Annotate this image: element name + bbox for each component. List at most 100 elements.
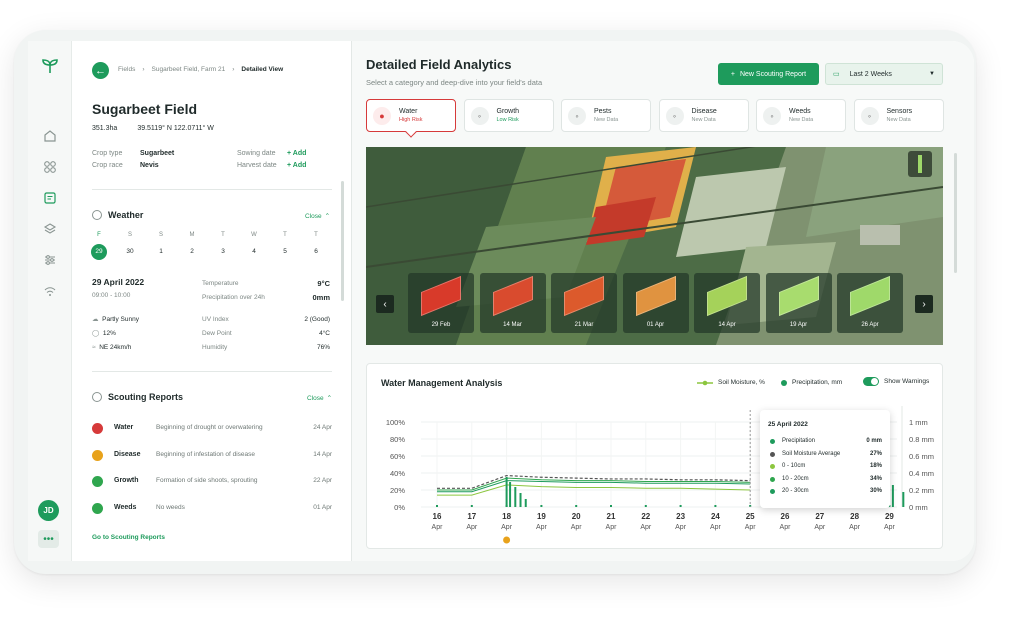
main-scrollbar[interactable] xyxy=(954,153,957,273)
selected-pointer xyxy=(405,126,417,138)
scouting-item-date: 01 Apr xyxy=(313,503,332,511)
scouting-item-date: 22 Apr xyxy=(313,477,332,484)
calendar-day[interactable]: 3 xyxy=(215,244,231,260)
home-icon[interactable] xyxy=(41,127,59,145)
date-range-select[interactable]: ▭ Last 2 Weeks ▼ xyxy=(825,63,943,85)
sensors-icon: ◦ xyxy=(860,106,879,125)
disease-icon: ◦ xyxy=(665,106,684,125)
scouting-close-button[interactable]: Close ⌃ xyxy=(307,394,332,403)
layers-icon[interactable] xyxy=(41,220,59,238)
timeline-thumbnail[interactable]: 21 Mar xyxy=(551,273,617,333)
thumbnail-date: 21 Mar xyxy=(574,322,594,328)
map-layer-toggle[interactable] xyxy=(908,151,932,177)
precip-bar xyxy=(519,493,522,507)
calendar-day[interactable]: 5 xyxy=(277,244,293,260)
notes-icon[interactable] xyxy=(41,189,59,207)
more-icon[interactable]: ••• xyxy=(38,530,59,548)
prev-arrow-icon[interactable]: ‹ xyxy=(376,295,394,313)
scouting-item[interactable]: Disease Beginning of infestation of disea… xyxy=(92,448,332,464)
scouting-item[interactable]: Water Beginning of drought or overwaterin… xyxy=(92,421,332,437)
y-tick-label: 20% xyxy=(390,486,405,495)
timeline-thumbnail[interactable]: 26 Apr xyxy=(837,273,903,333)
precip-point xyxy=(575,505,578,507)
category-weeds[interactable]: ◦ Weeds New Data xyxy=(756,99,846,132)
tooltip-swatch xyxy=(770,489,775,494)
weather-close-button[interactable]: Close ⌃ xyxy=(305,212,330,221)
add-harvest-date-button[interactable]: + Add xyxy=(287,162,306,169)
timeline-thumbnail[interactable]: 01 Apr xyxy=(622,273,689,333)
timeline-thumbnail[interactable]: 19 Apr xyxy=(765,273,832,333)
x-tick-label: 22 xyxy=(641,512,650,521)
calendar-day[interactable]: 2 xyxy=(184,244,200,260)
weather-condition: Partly Sunny xyxy=(102,316,139,323)
scrollbar[interactable] xyxy=(341,181,344,301)
x-tick-label: 23 xyxy=(676,512,685,521)
x-tick-sub: Apr xyxy=(536,524,548,531)
category-status: New Data xyxy=(691,117,716,123)
category-pests[interactable]: ◦ Pests New Data xyxy=(561,99,651,132)
rain-chance: 12% xyxy=(102,330,116,337)
x-tick-sub: Apr xyxy=(466,524,478,531)
scouting-item-name: Growth xyxy=(114,477,139,484)
dew-label: Dew Point xyxy=(202,330,232,337)
x-tick-sub: Apr xyxy=(675,524,687,531)
breadcrumb-field[interactable]: Sugarbeet Field, Farm 21 xyxy=(152,66,226,73)
x-tick-label: 26 xyxy=(781,512,790,521)
sliders-icon[interactable] xyxy=(41,251,59,269)
category-name: Weeds xyxy=(789,108,811,115)
category-status: Low Risk xyxy=(496,117,519,123)
wifi-icon[interactable] xyxy=(41,282,59,300)
calendar-day[interactable]: 6 xyxy=(308,244,324,260)
field-preview xyxy=(564,275,604,317)
category-growth[interactable]: ◦ Growth Low Risk xyxy=(463,99,554,132)
timeline-thumbnail[interactable]: 14 Apr xyxy=(694,273,760,333)
weather-title: Weather xyxy=(108,210,144,220)
x-tick-label: 24 xyxy=(711,512,720,521)
scouting-item-name: Weeds xyxy=(114,503,137,511)
add-sowing-date-button[interactable]: + Add xyxy=(287,150,306,157)
scouting-item[interactable]: Weeds No weeds 01 Apr xyxy=(92,501,332,517)
category-status: High Risk xyxy=(399,117,423,123)
back-arrow-icon[interactable]: ← xyxy=(92,62,109,79)
dew-value: 4°C xyxy=(319,330,330,337)
tooltip-date: 25 April 2022 xyxy=(768,421,808,428)
tooltip-swatch xyxy=(770,476,775,482)
weekday-label: F xyxy=(97,232,101,238)
timeline-thumbnail[interactable]: 29 Feb xyxy=(408,273,474,333)
category-sensors[interactable]: ◦ Sensors New Data xyxy=(853,99,944,132)
tooltip-swatch xyxy=(770,451,775,457)
precip-point xyxy=(644,505,647,507)
calendar-day[interactable]: 30 xyxy=(122,244,138,260)
breadcrumb-current: Detailed View xyxy=(241,66,284,73)
calendar-day[interactable]: 1 xyxy=(153,244,169,260)
calendar-day[interactable]: 4 xyxy=(246,244,262,260)
category-status: New Data xyxy=(789,117,814,123)
new-report-button[interactable]: + New Scouting Report xyxy=(718,63,819,85)
grid-icon[interactable] xyxy=(41,158,59,176)
calendar-day[interactable]: 29 xyxy=(91,244,107,260)
weeds-icon: ◦ xyxy=(763,106,781,125)
x-tick-sub: Apr xyxy=(710,524,722,531)
y2-tick-label: 0.2 mm xyxy=(909,486,934,495)
category-disease[interactable]: ◦ Disease New Data xyxy=(658,99,749,132)
growth-icon: ◦ xyxy=(470,106,489,125)
precip-point xyxy=(470,505,473,507)
scouting-link[interactable]: Go to Scouting Reports xyxy=(92,534,165,541)
next-arrow-icon[interactable]: › xyxy=(915,295,933,313)
category-name: Sensors xyxy=(886,108,913,115)
avatar[interactable]: JD xyxy=(38,500,59,521)
thumbnail-date: 29 Feb xyxy=(431,322,451,328)
y-tick-label: 0% xyxy=(394,503,405,512)
category-water[interactable]: ● Water High Risk xyxy=(366,99,456,138)
timeline-thumbnail[interactable]: 14 Mar xyxy=(479,273,546,333)
field-preview xyxy=(635,275,676,317)
field-area: 351.3ha xyxy=(92,125,118,132)
crop-race-label: Crop race xyxy=(92,162,123,169)
breadcrumb: Fields › Sugarbeet Field, Farm 21 › Deta… xyxy=(118,66,284,73)
pests-icon: ◦ xyxy=(568,106,586,125)
thumbnail-date: 19 Apr xyxy=(789,322,808,328)
breadcrumb-fields[interactable]: Fields xyxy=(118,66,135,73)
scouting-item-desc: Beginning of infestation of disease xyxy=(156,450,256,458)
weekday-label: T xyxy=(221,232,225,238)
scouting-item[interactable]: Growth Formation of side shoots, sproutin… xyxy=(92,474,332,490)
